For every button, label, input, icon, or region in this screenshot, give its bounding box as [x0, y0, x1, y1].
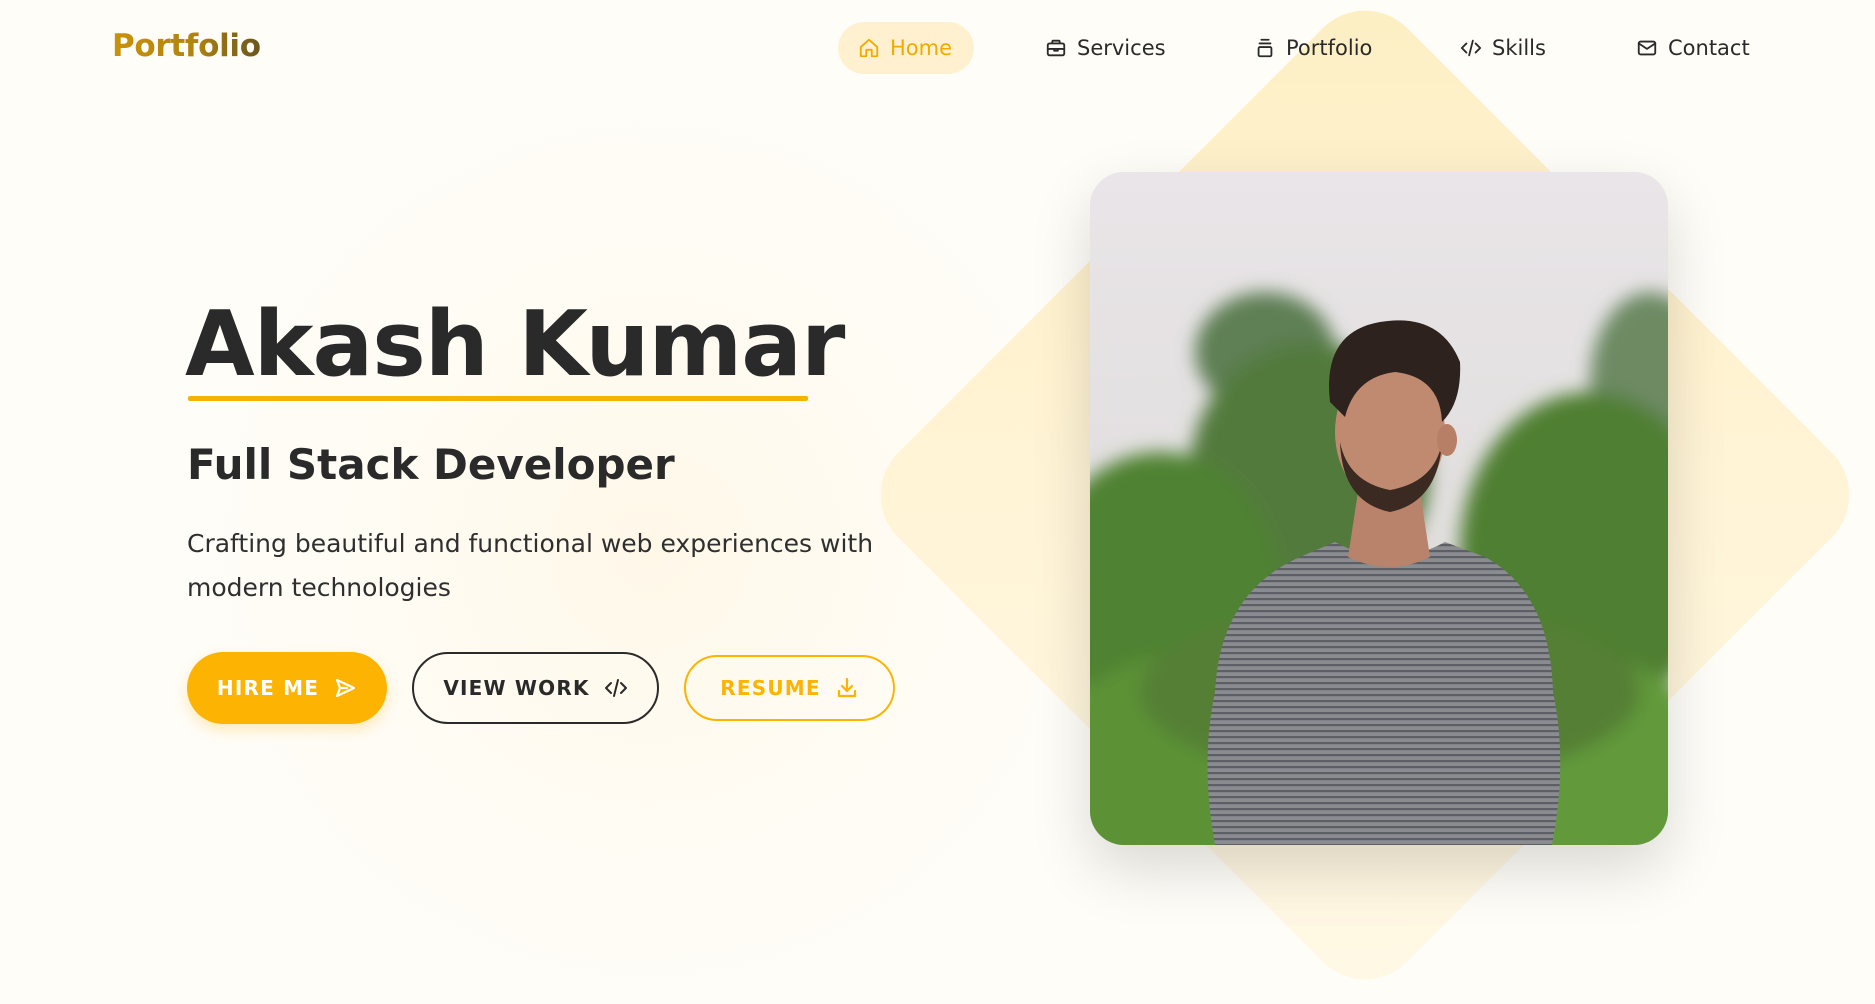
layers-icon: [1254, 37, 1276, 59]
code-icon: [604, 676, 628, 700]
nav-item-home[interactable]: Home: [838, 22, 975, 74]
hero-title: Full Stack Developer: [187, 440, 675, 489]
hero-name: Akash Kumar: [185, 292, 845, 397]
name-underline: [188, 396, 808, 401]
nav-item-label: Contact: [1668, 36, 1750, 60]
mail-icon: [1636, 37, 1658, 59]
briefcase-icon: [1045, 37, 1067, 59]
view-work-label: VIEW WORK: [443, 676, 590, 700]
nav-item-skills[interactable]: Skills: [1460, 22, 1546, 74]
profile-photo-illustration: [1090, 172, 1668, 845]
download-icon: [835, 676, 859, 700]
code-icon: [1460, 37, 1482, 59]
nav-item-label: Services: [1077, 36, 1166, 60]
view-work-button[interactable]: VIEW WORK: [412, 652, 659, 724]
hire-me-label: HIRE ME: [216, 676, 320, 700]
nav-item-label: Home: [890, 36, 953, 60]
nav-item-label: Portfolio: [1286, 36, 1373, 60]
main-navigation: Home Services Portfolio Skills Contact: [0, 22, 1875, 74]
hero-description: Crafting beautiful and functional web ex…: [187, 529, 874, 602]
send-icon: [333, 676, 357, 700]
resume-button[interactable]: RESUME: [684, 655, 895, 721]
profile-photo: [1090, 172, 1668, 845]
nav-item-contact[interactable]: Contact: [1636, 22, 1750, 74]
resume-label: RESUME: [720, 676, 821, 700]
nav-item-portfolio[interactable]: Portfolio: [1254, 22, 1372, 74]
nav-item-label: Skills: [1492, 36, 1546, 60]
hire-me-button[interactable]: HIRE ME: [187, 652, 387, 724]
home-icon: [858, 37, 880, 59]
nav-item-services[interactable]: Services: [1045, 22, 1166, 74]
